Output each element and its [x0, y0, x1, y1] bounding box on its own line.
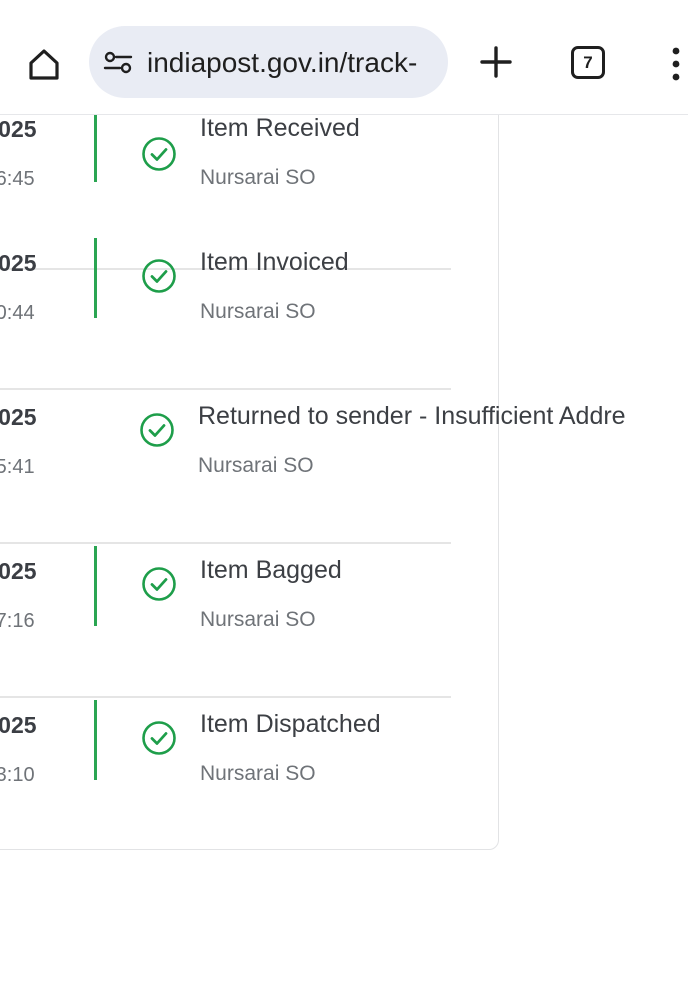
- event-office: Nursarai SO: [200, 608, 316, 631]
- event-time: :25:41: [0, 456, 35, 478]
- event-office: Nursarai SO: [198, 454, 314, 477]
- more-menu-icon[interactable]: [666, 42, 686, 86]
- site-settings-icon[interactable]: [103, 50, 133, 74]
- home-icon: [29, 49, 59, 80]
- tracking-event-row: /2025 :25:41 Returned to sender - Insuff…: [0, 390, 626, 544]
- tracking-event-row: /2025 :53:10 Item Dispatched Nursarai SO: [0, 698, 451, 852]
- event-time: :47:16: [0, 610, 35, 632]
- check-circle-icon: [142, 567, 176, 601]
- event-time: :46:45: [0, 168, 35, 190]
- event-date: /2025: [0, 712, 37, 738]
- event-status: Item Received: [200, 114, 360, 142]
- check-circle-icon: [142, 721, 176, 755]
- event-office: Nursarai SO: [200, 300, 316, 323]
- tracking-events-card: /2025 :46:45 Item Received Nursarai SO /…: [0, 60, 626, 852]
- timeline-line: [94, 114, 97, 182]
- timeline-line: [94, 546, 97, 626]
- event-office: Nursarai SO: [200, 762, 316, 785]
- event-status: Item Bagged: [200, 556, 342, 584]
- timeline-line: [94, 700, 97, 780]
- tab-count: 7: [583, 52, 593, 72]
- check-circle-icon: [142, 259, 176, 293]
- event-time: :20:44: [0, 302, 35, 324]
- event-office: Nursarai SO: [200, 166, 316, 189]
- new-tab-icon[interactable]: [476, 42, 516, 82]
- event-date: /2025: [0, 116, 37, 142]
- address-bar[interactable]: indiapost.gov.in/track-: [89, 26, 448, 98]
- event-date: /2025: [0, 250, 37, 276]
- tracking-event-row: /2025 :20:44 Item Invoiced Nursarai SO: [0, 236, 451, 390]
- event-status: Item Invoiced: [200, 248, 349, 276]
- home-button[interactable]: [22, 42, 66, 86]
- check-circle-icon: [140, 413, 174, 447]
- event-status: Item Dispatched: [200, 710, 381, 738]
- tab-switcher-button[interactable]: 7: [571, 46, 605, 79]
- check-circle-icon: [142, 137, 176, 171]
- browser-toolbar: indiapost.gov.in/track- 7: [0, 0, 688, 115]
- tracking-event-row: /2025 :47:16 Item Bagged Nursarai SO: [0, 544, 451, 698]
- event-date: /2025: [0, 404, 37, 430]
- timeline-line: [94, 238, 97, 318]
- event-time: :53:10: [0, 764, 35, 786]
- event-date: /2025: [0, 558, 37, 584]
- event-status: Returned to sender - Insufficient Addre: [198, 402, 626, 430]
- url-text[interactable]: indiapost.gov.in/track-: [147, 47, 417, 79]
